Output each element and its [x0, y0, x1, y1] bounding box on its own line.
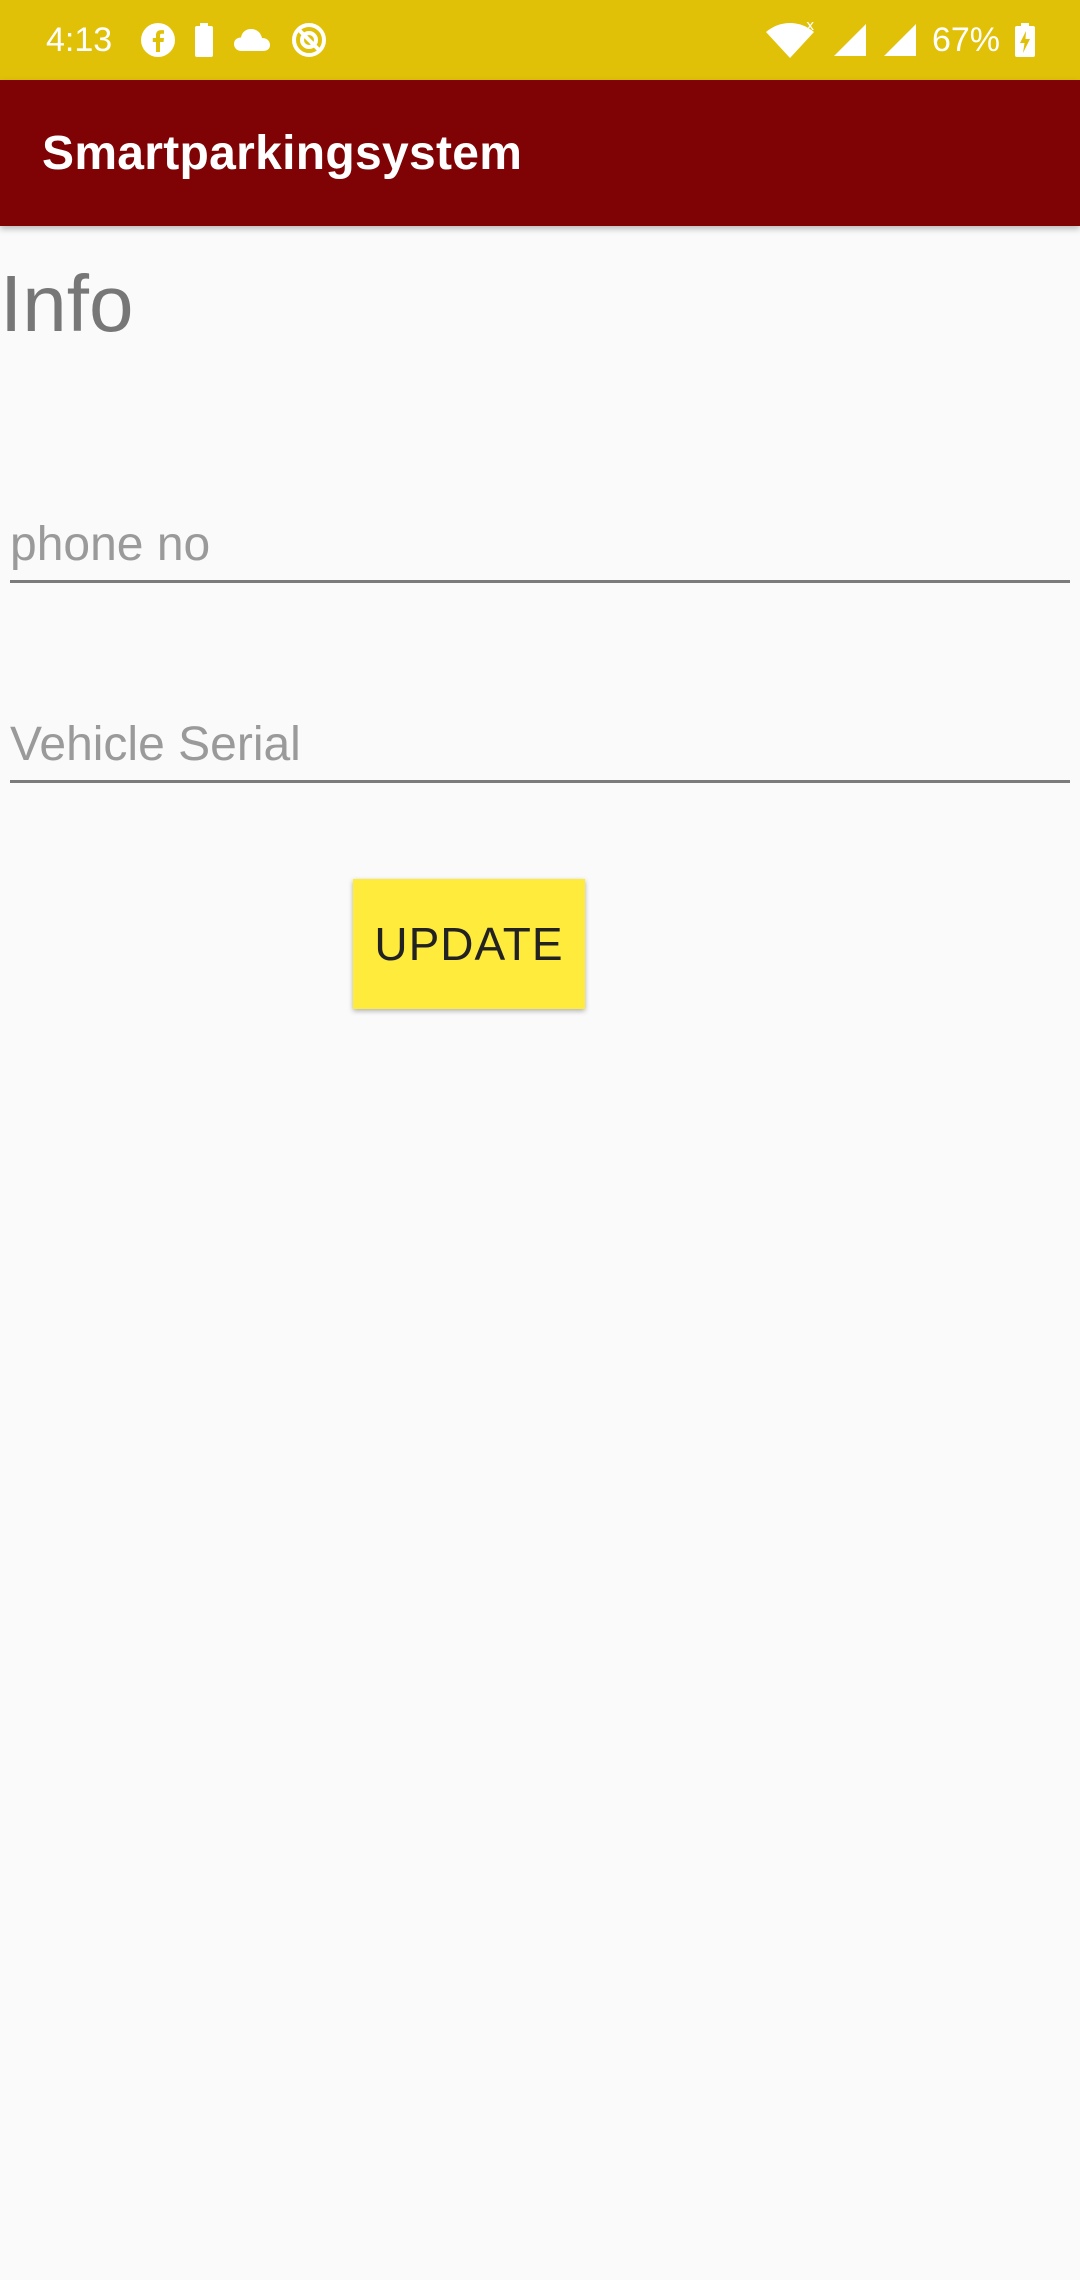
app-title: Smartparkingsystem — [42, 127, 523, 180]
battery-saver-icon — [194, 22, 214, 58]
cloud-icon — [232, 25, 272, 55]
update-button[interactable]: UPDATE — [353, 879, 585, 1009]
status-icons-left — [140, 20, 328, 60]
wifi-icon: x — [762, 20, 818, 60]
svg-text:x: x — [806, 20, 814, 34]
app-bar: Smartparkingsystem — [0, 80, 1080, 226]
status-bar: 4:13 x 67% — [0, 0, 1080, 80]
mobile-signal-icon — [832, 22, 868, 58]
signal-icon — [882, 22, 918, 58]
sync-disabled-icon — [290, 21, 328, 59]
status-icons-right: x 67% — [762, 18, 1036, 62]
screen: 4:13 x 67% Smartparkingsystem Info phone… — [0, 0, 1080, 2280]
facebook-icon — [140, 22, 176, 58]
status-time: 4:13 — [46, 21, 113, 59]
phone-number-input[interactable] — [10, 508, 1070, 583]
battery-percent: 67% — [931, 21, 1000, 59]
page-title: Info — [0, 259, 134, 348]
vehicle-serial-input[interactable] — [10, 708, 1070, 783]
battery-charging-icon — [1014, 22, 1036, 58]
